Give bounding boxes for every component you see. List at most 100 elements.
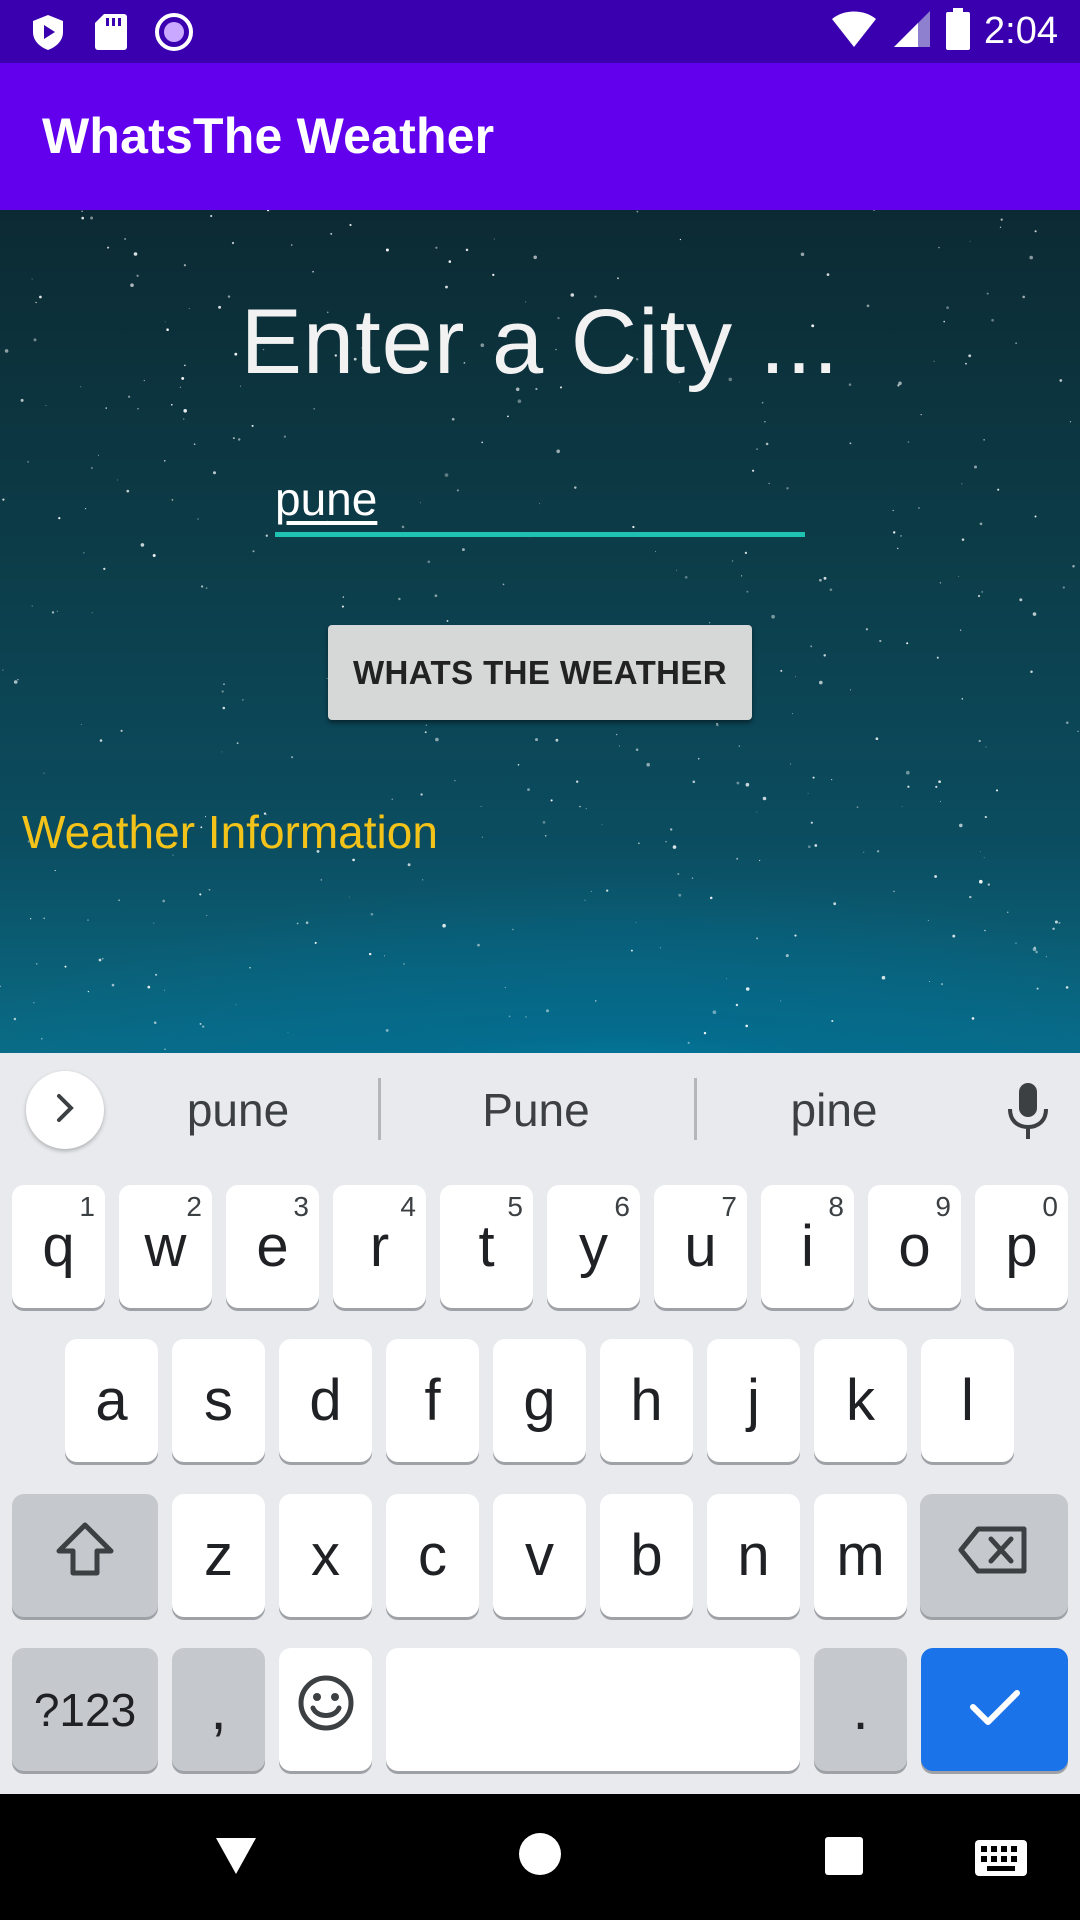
key-label: z: [204, 1523, 233, 1588]
key-label: c: [418, 1523, 447, 1588]
record-icon: [154, 12, 194, 56]
key-label: w: [144, 1214, 187, 1279]
key-o[interactable]: o9: [868, 1185, 961, 1308]
navigation-bar: [0, 1794, 1080, 1920]
battery-icon: [946, 8, 971, 54]
suggestion-1[interactable]: pune: [88, 1075, 388, 1145]
key-label: q: [42, 1214, 75, 1279]
key-f[interactable]: f: [386, 1339, 479, 1462]
key-n[interactable]: n: [707, 1494, 800, 1617]
key-hint: 1: [79, 1191, 95, 1222]
key-r[interactable]: r4: [333, 1185, 426, 1308]
content-area: Enter a City ... WHATS THE WEATHER Weath…: [0, 210, 1080, 1053]
key-x[interactable]: x: [279, 1494, 372, 1617]
key-q[interactable]: q1: [12, 1185, 105, 1308]
suggestion-2[interactable]: Pune: [386, 1075, 686, 1145]
space-key[interactable]: [386, 1648, 800, 1771]
key-y[interactable]: y6: [547, 1185, 640, 1308]
backspace-icon: [958, 1522, 1030, 1589]
key-label: y: [579, 1214, 608, 1279]
key-label: v: [525, 1523, 554, 1588]
key-hint: 5: [507, 1191, 523, 1222]
key-label: p: [1005, 1214, 1038, 1279]
key-j[interactable]: j: [707, 1339, 800, 1462]
key-hint: 7: [721, 1191, 737, 1222]
key-label: a: [95, 1368, 128, 1433]
status-bar: 2:04: [0, 0, 1080, 63]
key-hint: 4: [400, 1191, 416, 1222]
key-hint: 3: [293, 1191, 309, 1222]
checkmark-icon: [967, 1676, 1023, 1743]
key-hint: 6: [614, 1191, 630, 1222]
key-label: m: [836, 1523, 885, 1588]
page-heading: Enter a City ...: [240, 291, 840, 393]
key-g[interactable]: g: [493, 1339, 586, 1462]
app-bar: WhatsThe Weather: [0, 63, 1080, 210]
key-label: n: [737, 1523, 770, 1588]
key-label: k: [846, 1368, 875, 1433]
suggestion-divider: [378, 1078, 381, 1140]
key-d[interactable]: d: [279, 1339, 372, 1462]
app-title: WhatsThe Weather: [42, 108, 495, 164]
key-k[interactable]: k: [814, 1339, 907, 1462]
key-a[interactable]: a: [65, 1339, 158, 1462]
key-label: i: [801, 1214, 814, 1279]
key-t[interactable]: t5: [440, 1185, 533, 1308]
key-label: h: [630, 1368, 663, 1433]
key-label: g: [523, 1368, 556, 1433]
shift-icon: [55, 1521, 115, 1591]
key-m[interactable]: m: [814, 1494, 907, 1617]
suggestion-3[interactable]: pine: [684, 1075, 984, 1145]
key-l[interactable]: l: [921, 1339, 1014, 1462]
backspace-key[interactable]: [920, 1494, 1068, 1617]
status-time: 2:04: [984, 10, 1058, 52]
recents-icon[interactable]: [824, 1836, 864, 1880]
key-label: o: [898, 1214, 931, 1279]
key-label: j: [747, 1368, 760, 1433]
key-c[interactable]: c: [386, 1494, 479, 1617]
key-b[interactable]: b: [600, 1494, 693, 1617]
sd-card-icon: [94, 12, 128, 56]
comma-key[interactable]: ,: [172, 1648, 265, 1771]
key-label: s: [204, 1368, 233, 1433]
emoji-key[interactable]: [279, 1648, 372, 1771]
suggestion-strip: pune Pune pine: [0, 1053, 1080, 1165]
weather-information-text: Weather Information: [22, 806, 438, 858]
key-label: x: [311, 1523, 340, 1588]
chevron-right-icon: [50, 1090, 80, 1130]
key-hint: 8: [828, 1191, 844, 1222]
key-label: f: [424, 1368, 441, 1433]
key-label: d: [309, 1368, 342, 1433]
key-label: t: [478, 1214, 495, 1279]
whats-the-weather-button[interactable]: WHATS THE WEATHER: [328, 625, 752, 720]
cell-signal-icon: [892, 9, 932, 53]
key-u[interactable]: u7: [654, 1185, 747, 1308]
key-label: e: [256, 1214, 289, 1279]
emoji-icon: [297, 1674, 355, 1746]
key-h[interactable]: h: [600, 1339, 693, 1462]
play-protect-icon: [28, 12, 68, 56]
city-input[interactable]: [275, 465, 805, 537]
screen: 2:04 WhatsThe Weather Enter a City ... W…: [0, 0, 1080, 1920]
mic-icon[interactable]: [1000, 1081, 1056, 1141]
key-z[interactable]: z: [172, 1494, 265, 1617]
key-hint: 9: [935, 1191, 951, 1222]
keyboard-switch-icon[interactable]: [975, 1840, 1027, 1880]
key-w[interactable]: w2: [119, 1185, 212, 1308]
back-icon[interactable]: [212, 1834, 260, 1882]
key-hint: 2: [186, 1191, 202, 1222]
key-p[interactable]: p0: [975, 1185, 1068, 1308]
key-label: l: [961, 1368, 974, 1433]
period-key[interactable]: .: [814, 1648, 907, 1771]
home-icon[interactable]: [518, 1832, 562, 1880]
key-label: b: [630, 1523, 663, 1588]
key-s[interactable]: s: [172, 1339, 265, 1462]
key-i[interactable]: i8: [761, 1185, 854, 1308]
key-v[interactable]: v: [493, 1494, 586, 1617]
key-label: r: [369, 1214, 390, 1279]
done-key[interactable]: [921, 1648, 1068, 1771]
shift-key[interactable]: [12, 1494, 158, 1617]
key-e[interactable]: e3: [226, 1185, 319, 1308]
key-label: u: [684, 1214, 717, 1279]
symbols-key[interactable]: ?123: [12, 1648, 158, 1771]
